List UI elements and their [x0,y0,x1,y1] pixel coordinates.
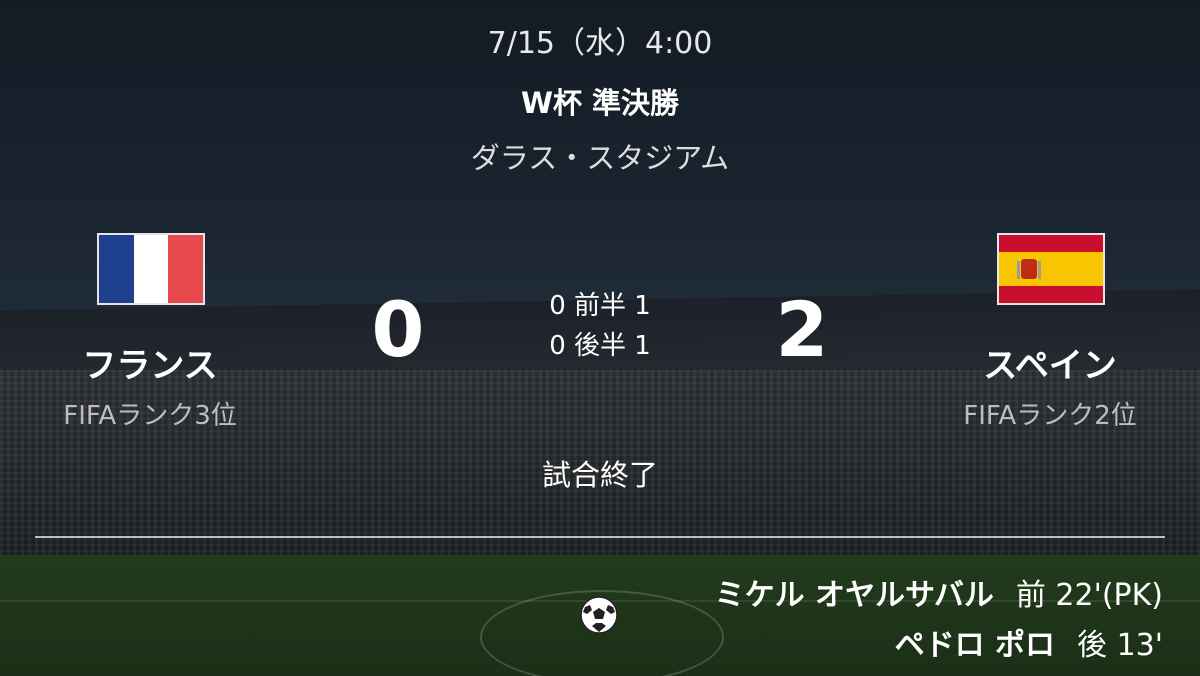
competition-title: W杯 準決勝 [520,86,680,120]
soccer-ball-icon [579,595,619,635]
away-team-rank: FIFAランク2位 [963,401,1137,431]
scorer-name: ペドロ ポロ [894,628,1056,663]
home-score: 0 [371,285,425,374]
scorer-name: ミケル オヤルサバル [714,578,994,613]
goal-time: 後 13' [1077,628,1163,663]
goal-time: 前 22'(PK) [1015,578,1163,613]
first-half-score: 0 前半 1 [549,291,651,321]
home-team-rank: FIFAランク3位 [63,401,237,431]
away-team-name: スペイン [983,346,1117,386]
goal-scorer-row: ペドロ ポロ後 13' [895,620,1163,664]
goal-scorer-row: ミケル オヤルサバル前 22'(PK) [715,570,1163,614]
spain-flag-icon [997,233,1105,305]
section-divider [35,536,1165,538]
home-team-name: フランス [82,346,218,386]
match-status: 試合終了 [541,458,658,492]
venue-name: ダラス・スタジアム [470,141,730,175]
second-half-score: 0 後半 1 [549,331,651,361]
away-score: 2 [775,285,829,374]
france-flag-icon [97,233,205,305]
match-date: 7/15（水）4:00 [487,26,713,61]
